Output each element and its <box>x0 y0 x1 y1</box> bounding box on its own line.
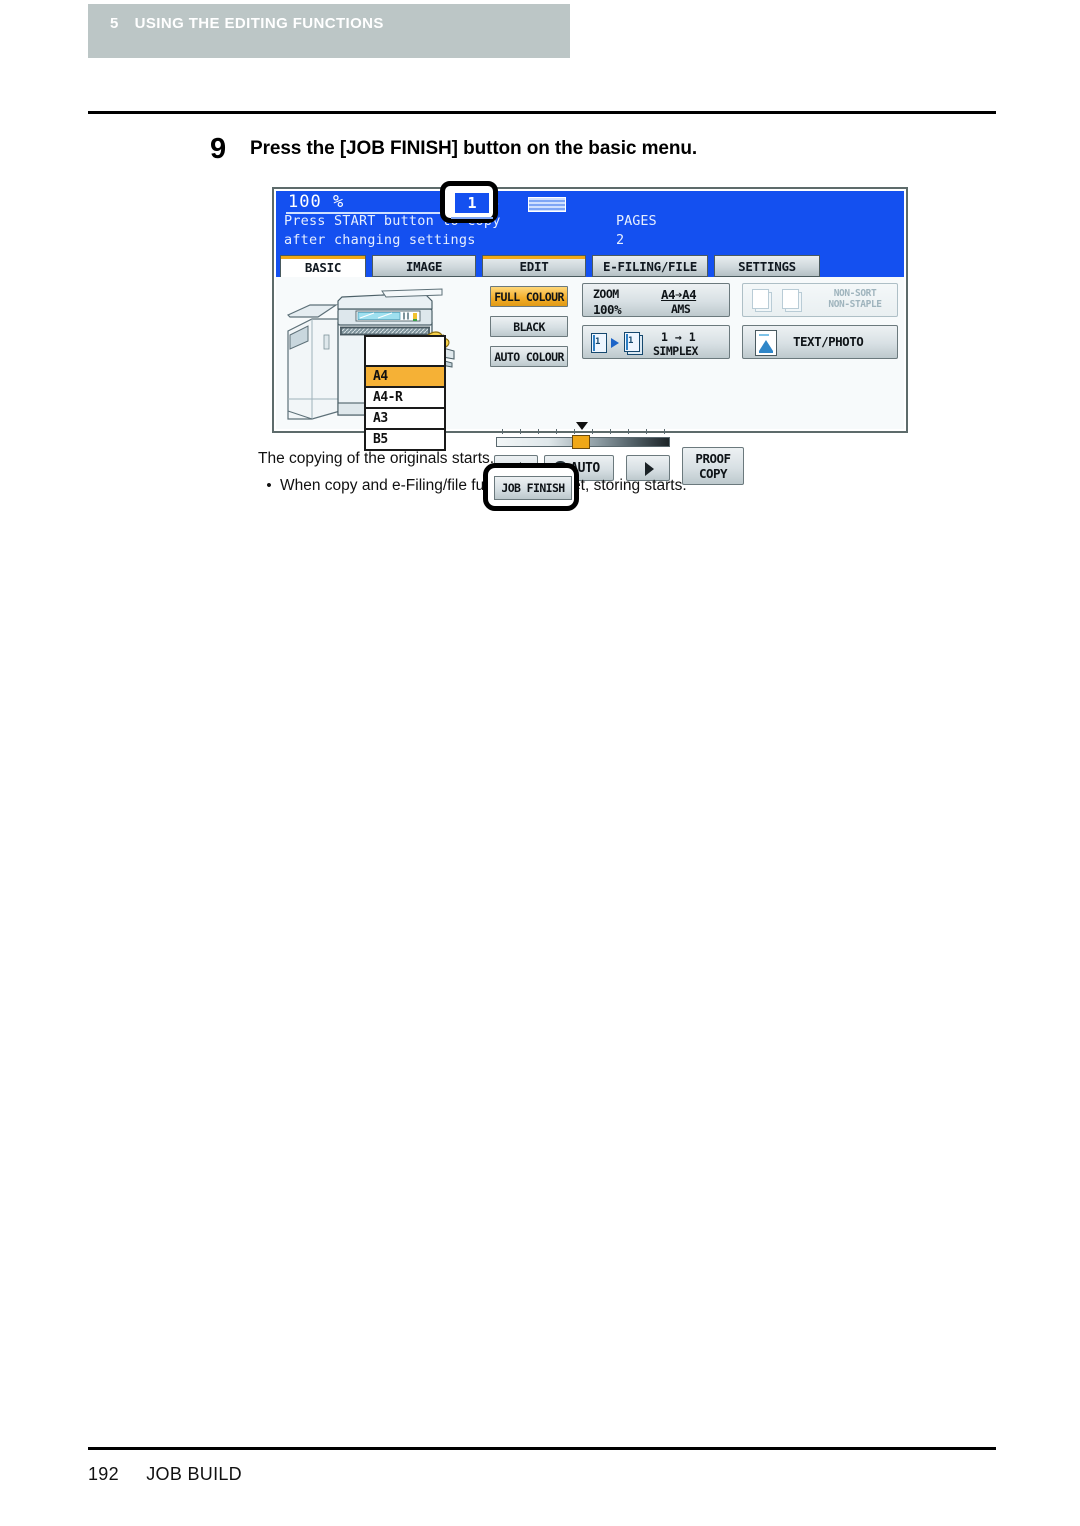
footer-section-title: JOB BUILD <box>146 1464 242 1484</box>
tab-edit-label: EDIT <box>519 258 549 274</box>
finishing-line2: NON-STAPLE <box>828 299 882 310</box>
simplex-source-page-number: 1 <box>595 337 601 347</box>
pages-label: PAGES <box>616 213 657 229</box>
button-black-label: BLACK <box>513 319 545 334</box>
button-full-colour-label: FULL COLOUR <box>494 289 564 304</box>
button-job-finish[interactable]: JOB FINISH <box>494 476 572 500</box>
tab-settings[interactable]: SETTINGS <box>714 255 820 277</box>
tab-edit[interactable]: EDIT <box>482 255 586 277</box>
tab-basic[interactable]: BASIC <box>280 255 366 279</box>
simplex-arrow-icon <box>611 338 619 348</box>
job-finish-callout-highlight: JOB FINISH <box>483 463 579 511</box>
button-duplex-simplex[interactable]: 1 1 1 → 1 SIMPLEX <box>582 325 730 359</box>
tab-efiling-file-label: E-FILING/FILE <box>603 258 697 274</box>
zoom-label: ZOOM <box>593 287 619 301</box>
copies-callout-highlight: 1 <box>440 181 498 223</box>
simplex-source-page-icon: 1 <box>591 333 607 353</box>
chapter-number: 5 <box>110 14 119 32</box>
lcd-status-header: 100 % A4 Press START button to copy afte… <box>276 191 904 253</box>
tab-image-label: IMAGE <box>405 258 443 274</box>
button-auto-colour-label: AUTO COLOUR <box>494 349 564 364</box>
paper-drawer-stack: A4 A4-R A3 B5 <box>364 335 446 451</box>
button-job-finish-label: JOB FINISH <box>501 481 565 495</box>
drawer-a3[interactable]: A3 <box>364 409 446 430</box>
button-original-mode[interactable]: TEXT/PHOTO <box>742 325 898 359</box>
pages-value: 2 <box>616 232 625 248</box>
footer-rule <box>88 1447 996 1450</box>
tab-efiling-file[interactable]: E-FILING/FILE <box>592 255 708 277</box>
drawer-a3-label: A3 <box>373 411 388 426</box>
step-heading: 9 Press the [JOB FINISH] button on the b… <box>210 134 970 164</box>
lcd-message-line2: after changing settings <box>284 232 476 248</box>
zoom-ratio-display: 100 % <box>288 192 345 212</box>
drawer-level-icon <box>528 197 566 212</box>
button-black[interactable]: BLACK <box>490 316 568 337</box>
step-instruction: Press the [JOB FINISH] button on the bas… <box>250 138 698 159</box>
button-full-colour[interactable]: FULL COLOUR <box>490 286 568 307</box>
copies-underline <box>451 217 493 219</box>
chapter-title: USING THE EDITING FUNCTIONS <box>134 14 384 32</box>
copies-count-display: 1 <box>453 191 491 215</box>
simplex-output-page-number: 1 <box>628 336 634 346</box>
footer-page-number: 192 <box>88 1464 119 1484</box>
caption-bullet-row: • When copy and e-Filing/file functions … <box>258 473 958 498</box>
drawer-a4r-label: A4-R <box>373 390 403 405</box>
tab-settings-label: SETTINGS <box>738 258 796 274</box>
step-number: 9 <box>210 133 227 165</box>
page-footer: 192 JOB BUILD <box>88 1464 242 1485</box>
finishing-sheet-icon-b1 <box>782 289 799 309</box>
zoom-value: 100% <box>593 302 622 317</box>
header-rule <box>88 111 996 114</box>
finishing-sheet-icon-a1 <box>752 289 769 309</box>
simplex-ratio: 1 → 1 <box>661 330 696 344</box>
finishing-line1: NON-SORT <box>833 288 877 299</box>
chapter-header-band: 5 USING THE EDITING FUNCTIONS <box>88 4 570 58</box>
button-auto-colour[interactable]: AUTO COLOUR <box>490 346 568 367</box>
button-original-mode-label: TEXT/PHOTO <box>793 334 864 349</box>
drawer-bypass[interactable] <box>364 335 446 367</box>
zoom-size-pair: A4➔A4 <box>661 287 697 302</box>
tab-basic-label: BASIC <box>304 260 342 275</box>
drawer-a4[interactable]: A4 <box>364 367 446 388</box>
drawer-b5-label: B5 <box>373 432 388 447</box>
lcd-body: A4 A4-R A3 B5 FULL COLOUR BLACK AUTO COL… <box>276 277 904 511</box>
lcd-tab-strip: BASIC IMAGE EDIT E-FILING/FILE SETTINGS <box>276 253 904 279</box>
simplex-output-page-icon: 1 <box>624 332 640 352</box>
caption-line1: The copying of the originals starts. <box>258 450 495 467</box>
drawer-a4-label: A4 <box>373 369 388 384</box>
simplex-label: SIMPLEX <box>653 344 698 358</box>
drawer-a4r[interactable]: A4-R <box>364 388 446 409</box>
button-finishing-mode[interactable]: NON-SORT NON-STAPLE <box>742 283 898 317</box>
finishing-mode-label: NON-SORT NON-STAPLE <box>817 288 893 310</box>
zoom-mode: AMS <box>671 302 691 316</box>
text-photo-document-icon <box>755 330 777 356</box>
tab-image[interactable]: IMAGE <box>372 255 476 277</box>
button-zoom[interactable]: ZOOM 100% A4➔A4 AMS <box>582 283 730 317</box>
lcd-panel-figure: 100 % A4 Press START button to copy afte… <box>272 181 908 511</box>
caption-block: The copying of the originals starts. • W… <box>258 446 958 498</box>
bullet-icon: • <box>266 477 272 494</box>
tab-edit-accent <box>483 256 585 259</box>
tab-basic-accent <box>281 256 365 259</box>
